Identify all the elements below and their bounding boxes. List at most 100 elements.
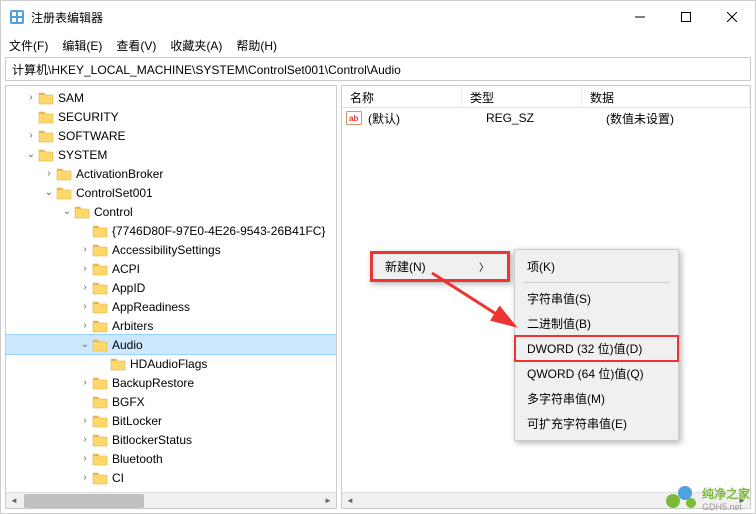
submenu-separator bbox=[523, 282, 670, 283]
expander-icon[interactable]: › bbox=[78, 320, 92, 331]
tree-label: SOFTWARE bbox=[58, 129, 126, 143]
tree-item-software[interactable]: › SOFTWARE bbox=[6, 126, 336, 145]
value-data: (数值未设置) bbox=[606, 110, 750, 127]
tree-label: {7746D80F-97E0-4E26-9543-26B41FC} bbox=[112, 224, 325, 238]
tree-item-acpi[interactable]: ›ACPI bbox=[6, 259, 336, 278]
scroll-left-button[interactable]: ◄ bbox=[6, 493, 22, 509]
tree-item-controlset001[interactable]: ⌄ ControlSet001 bbox=[6, 183, 336, 202]
main-area: ›SAM›SECURITY›SOFTWARE⌄SYSTEM›Activation… bbox=[1, 85, 755, 513]
scroll-thumb[interactable] bbox=[24, 494, 144, 508]
tree-item-bitlocker[interactable]: ›BitLocker bbox=[6, 411, 336, 430]
value-type: REG_SZ bbox=[486, 111, 606, 125]
submenu-key[interactable]: 项(K) bbox=[515, 254, 678, 279]
expander-icon[interactable]: › bbox=[78, 263, 92, 274]
scroll-left-button[interactable]: ◄ bbox=[342, 493, 358, 509]
tree-item-ci[interactable]: › CI bbox=[6, 468, 336, 487]
expander-icon[interactable]: › bbox=[78, 453, 92, 464]
menu-help[interactable]: 帮助(H) bbox=[236, 37, 277, 54]
tree-item-sam[interactable]: › SAM bbox=[6, 88, 336, 107]
watermark-url: GDH5.net bbox=[702, 502, 750, 512]
tree-item-security[interactable]: ›SECURITY bbox=[6, 107, 336, 126]
expander-icon[interactable]: › bbox=[78, 377, 92, 388]
tree-item-bluetooth[interactable]: ›Bluetooth bbox=[6, 449, 336, 468]
tree-label: Audio bbox=[112, 338, 143, 352]
submenu-binary[interactable]: 二进制值(B) bbox=[515, 311, 678, 336]
tree-label: AppID bbox=[112, 281, 145, 295]
tree-label: Arbiters bbox=[112, 319, 153, 333]
tree-label: ControlSet001 bbox=[76, 186, 153, 200]
menu-view[interactable]: 查看(V) bbox=[116, 37, 156, 54]
new-submenu: 项(K) 字符串值(S) 二进制值(B) DWORD (32 位)值(D) QW… bbox=[514, 249, 679, 441]
expander-icon[interactable]: ⌄ bbox=[24, 149, 38, 160]
tree-label: BitlockerStatus bbox=[112, 433, 192, 447]
tree-label: HDAudioFlags bbox=[130, 357, 207, 371]
expander-icon[interactable]: › bbox=[78, 244, 92, 255]
column-name[interactable]: 名称 bbox=[342, 86, 462, 107]
menu-favorites[interactable]: 收藏夹(A) bbox=[170, 37, 222, 54]
list-row[interactable]: ab (默认) REG_SZ (数值未设置) bbox=[342, 108, 750, 128]
scroll-right-button[interactable]: ► bbox=[320, 493, 336, 509]
tree-item-appreadiness[interactable]: ›AppReadiness bbox=[6, 297, 336, 316]
tree-label: AccessibilitySettings bbox=[112, 243, 221, 257]
svg-text:ab: ab bbox=[349, 114, 358, 123]
maximize-button[interactable] bbox=[663, 1, 709, 33]
expander-icon[interactable]: › bbox=[78, 472, 92, 483]
tree-label: BackupRestore bbox=[112, 376, 194, 390]
tree-item-audio[interactable]: ⌄ Audio bbox=[6, 335, 336, 354]
column-data[interactable]: 数据 bbox=[582, 86, 750, 107]
tree-pane[interactable]: ›SAM›SECURITY›SOFTWARE⌄SYSTEM›Activation… bbox=[5, 85, 337, 509]
menubar: 文件(F) 编辑(E) 查看(V) 收藏夹(A) 帮助(H) bbox=[1, 33, 755, 57]
tree-item-bitlockerstatus[interactable]: › BitlockerStatus bbox=[6, 430, 336, 449]
expander-icon[interactable]: › bbox=[78, 415, 92, 426]
address-bar[interactable]: 计算机\HKEY_LOCAL_MACHINE\SYSTEM\ControlSet… bbox=[5, 57, 751, 81]
tree-label: ActivationBroker bbox=[76, 167, 163, 181]
tree-scrollbar-horizontal[interactable]: ◄ ► bbox=[6, 492, 336, 508]
menu-edit[interactable]: 编辑(E) bbox=[62, 37, 102, 54]
tree-item-appid[interactable]: › AppID bbox=[6, 278, 336, 297]
expander-icon[interactable]: › bbox=[78, 282, 92, 293]
expander-icon[interactable]: › bbox=[24, 92, 38, 103]
expander-icon[interactable]: ⌄ bbox=[42, 187, 56, 198]
expander-icon[interactable]: ⌄ bbox=[78, 339, 92, 350]
tree-item-7746d80f97e04e26954326b41fc[interactable]: ›{7746D80F-97E0-4E26-9543-26B41FC} bbox=[6, 221, 336, 240]
tree-item-activationbroker[interactable]: › ActivationBroker bbox=[6, 164, 336, 183]
context-menu-new-label: 新建(N) bbox=[385, 258, 426, 275]
tree-item-hdaudioflags[interactable]: ›HDAudioFlags bbox=[6, 354, 336, 373]
value-name: (默认) bbox=[366, 110, 486, 127]
submenu-expandstring[interactable]: 可扩充字符串值(E) bbox=[515, 411, 678, 436]
expander-icon[interactable]: ⌄ bbox=[60, 206, 74, 217]
close-button[interactable] bbox=[709, 1, 755, 33]
submenu-string[interactable]: 字符串值(S) bbox=[515, 286, 678, 311]
list-pane[interactable]: 名称 类型 数据 ab (默认) REG_SZ (数值未设置) 新建(N) 〉 … bbox=[341, 85, 751, 509]
tree-item-arbiters[interactable]: › Arbiters bbox=[6, 316, 336, 335]
watermark-logo-icon bbox=[666, 484, 698, 512]
tree-label: Control bbox=[94, 205, 133, 219]
tree-label: SYSTEM bbox=[58, 148, 107, 162]
minimize-button[interactable] bbox=[617, 1, 663, 33]
submenu-qword[interactable]: QWORD (64 位)值(Q) bbox=[515, 361, 678, 386]
tree-item-control[interactable]: ⌄ Control bbox=[6, 202, 336, 221]
tree-item-system[interactable]: ⌄ SYSTEM bbox=[6, 145, 336, 164]
window-controls bbox=[617, 1, 755, 33]
watermark-text: 纯净之家 bbox=[702, 485, 750, 502]
column-type[interactable]: 类型 bbox=[462, 86, 582, 107]
address-text: 计算机\HKEY_LOCAL_MACHINE\SYSTEM\ControlSet… bbox=[12, 61, 401, 78]
menu-file[interactable]: 文件(F) bbox=[9, 37, 48, 54]
registry-editor-window: 注册表编辑器 文件(F) 编辑(E) 查看(V) 收藏夹(A) 帮助(H) 计算… bbox=[0, 0, 756, 514]
expander-icon[interactable]: › bbox=[24, 130, 38, 141]
tree-item-bgfx[interactable]: ›BGFX bbox=[6, 392, 336, 411]
window-title: 注册表编辑器 bbox=[31, 9, 617, 26]
tree-item-accessibilitysettings[interactable]: › AccessibilitySettings bbox=[6, 240, 336, 259]
submenu-dword[interactable]: DWORD (32 位)值(D) bbox=[515, 336, 678, 361]
tree-label: BGFX bbox=[112, 395, 145, 409]
context-menu-new[interactable]: 新建(N) 〉 bbox=[373, 254, 507, 279]
expander-icon[interactable]: › bbox=[78, 301, 92, 312]
expander-icon[interactable]: › bbox=[78, 434, 92, 445]
tree-label: SAM bbox=[58, 91, 84, 105]
tree-label: CI bbox=[112, 471, 124, 485]
context-menu: 新建(N) 〉 bbox=[370, 251, 510, 282]
expander-icon[interactable]: › bbox=[42, 168, 56, 179]
tree-item-backuprestore[interactable]: › BackupRestore bbox=[6, 373, 336, 392]
submenu-multistring[interactable]: 多字符串值(M) bbox=[515, 386, 678, 411]
submenu-arrow-icon: 〉 bbox=[479, 259, 489, 274]
